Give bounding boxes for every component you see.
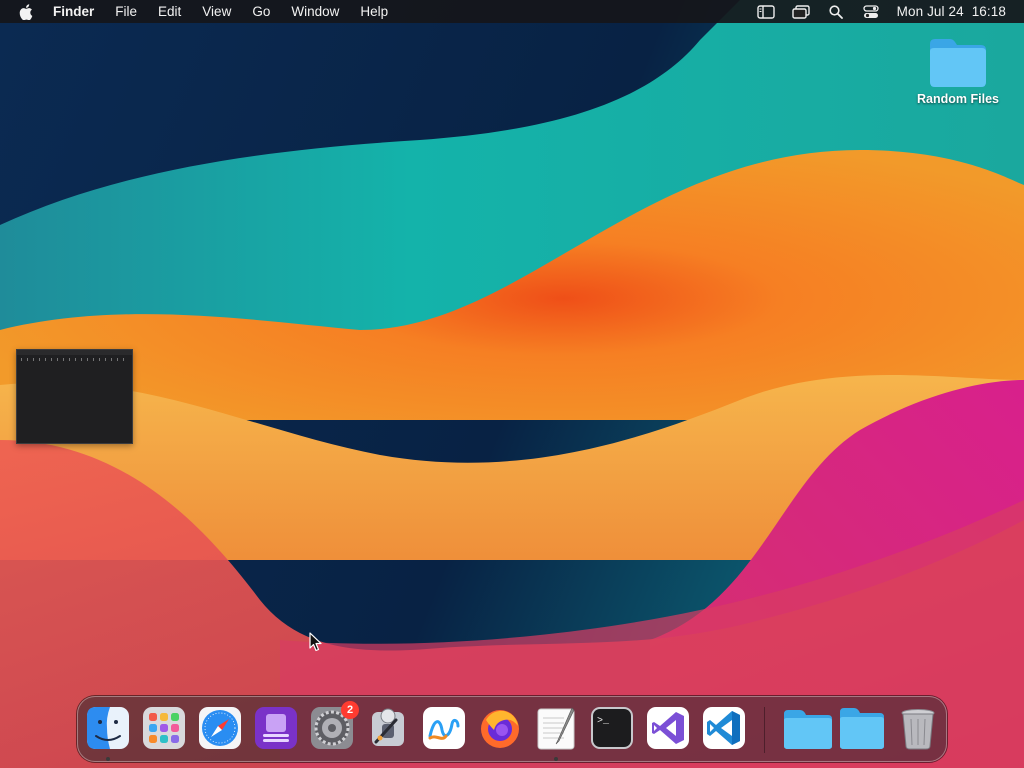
dock-folder-stack[interactable] <box>782 706 834 750</box>
clock-time: 16:18 <box>971 4 1006 19</box>
desktop-wallpaper <box>0 0 1024 768</box>
notification-badge: 2 <box>341 701 359 719</box>
terminal-icon: >_ <box>591 707 633 749</box>
menu-app-finder[interactable]: Finder <box>53 4 94 19</box>
running-indicator <box>554 757 558 761</box>
dock-simulator[interactable] <box>254 706 298 750</box>
apple-menu-icon[interactable] <box>18 3 34 20</box>
mouse-cursor-icon <box>309 632 322 652</box>
automator-icon <box>372 708 404 746</box>
freeform-icon <box>423 707 465 749</box>
dock-visual-studio[interactable] <box>646 706 690 750</box>
desktop-item-label: Random Files <box>917 92 999 106</box>
sidebar-icon[interactable] <box>756 4 775 20</box>
menu-edit[interactable]: Edit <box>158 4 181 19</box>
clock-date: Mon Jul 24 <box>896 4 964 19</box>
dock-separator <box>764 707 765 753</box>
window-thumbnail[interactable] <box>16 349 133 444</box>
folder-icon <box>784 710 832 749</box>
safari-icon <box>199 707 241 749</box>
trash-icon <box>901 709 935 750</box>
dock-finder[interactable] <box>86 706 130 750</box>
dock-textedit[interactable] <box>534 706 578 750</box>
thumbnail-toolbar <box>21 358 129 361</box>
terminal-prompt: >_ <box>597 716 610 727</box>
menu-window[interactable]: Window <box>291 4 339 19</box>
desktop-item-random-files[interactable]: Random Files <box>908 36 1008 106</box>
textedit-icon <box>537 707 575 750</box>
running-indicator <box>106 757 110 761</box>
menu-clock[interactable]: Mon Jul 24 16:18 <box>897 4 1006 19</box>
thumbnail-titlebar <box>17 350 132 355</box>
dock-freeform[interactable] <box>422 706 466 750</box>
folder-icon <box>930 39 986 87</box>
menu-go[interactable]: Go <box>252 4 270 19</box>
menu-bar: Finder File Edit View Go Window Help Mon… <box>0 0 1024 23</box>
dock-system-settings[interactable]: 2 <box>310 701 359 750</box>
visual-studio-icon <box>647 707 689 749</box>
dock-downloads-stack[interactable] <box>838 706 886 750</box>
dock-trash[interactable] <box>896 706 940 750</box>
dock-firefox[interactable] <box>478 706 522 750</box>
dock-automator[interactable] <box>366 706 410 750</box>
control-center-icon[interactable] <box>862 4 880 20</box>
menu-file[interactable]: File <box>115 4 137 19</box>
dock-safari[interactable] <box>198 706 242 750</box>
menu-view[interactable]: View <box>202 4 231 19</box>
finder-icon <box>87 707 129 749</box>
menu-help[interactable]: Help <box>360 4 388 19</box>
dock-vscode[interactable] <box>702 706 746 750</box>
dock-terminal[interactable]: >_ <box>590 706 634 750</box>
launchpad-icon <box>143 707 185 749</box>
spotlight-search-icon[interactable] <box>827 4 845 20</box>
firefox-icon <box>481 710 519 748</box>
screen-mirroring-icon[interactable] <box>791 4 810 20</box>
dock-launchpad[interactable] <box>142 706 186 750</box>
simulator-icon <box>255 707 297 749</box>
vscode-icon <box>703 707 745 749</box>
folder-icon <box>840 708 884 749</box>
dock: 2 >_ <box>77 696 947 762</box>
